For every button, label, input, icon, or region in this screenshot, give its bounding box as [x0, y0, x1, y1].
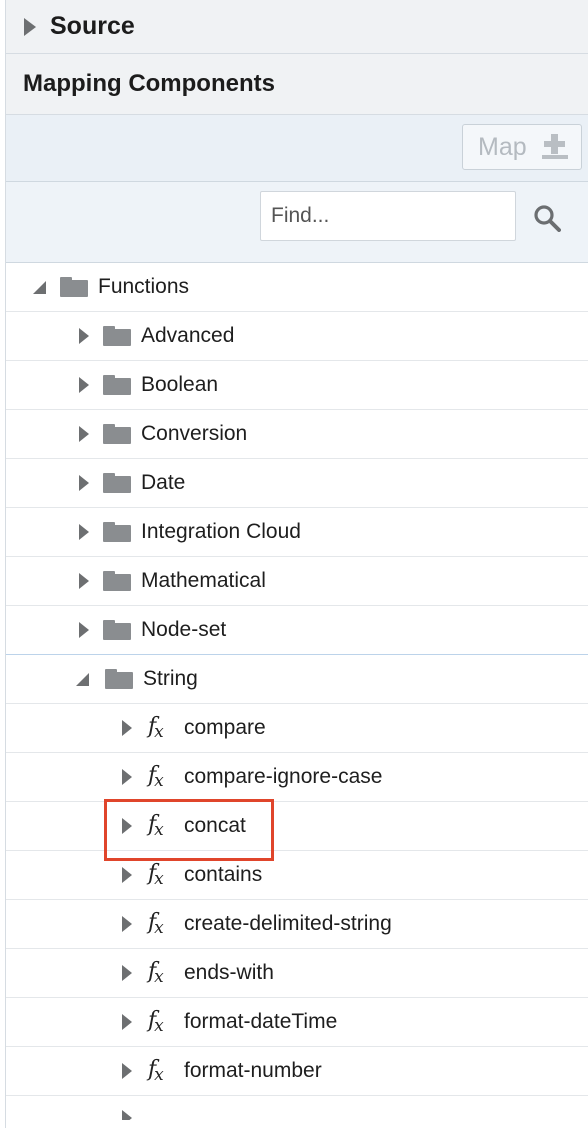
folder-icon [103, 571, 131, 591]
search-bar [6, 182, 588, 263]
function-label: contains [184, 863, 263, 886]
function-fx-icon: fx [148, 910, 164, 938]
expand-triangle-icon[interactable] [79, 475, 89, 491]
function-label: compare [184, 716, 266, 739]
function-item-compare[interactable]: fx compare [6, 704, 588, 753]
function-item-format-number[interactable]: fx format-number [6, 1047, 588, 1096]
mapping-toolbar: Map [6, 115, 588, 182]
expand-triangle-icon[interactable] [122, 769, 132, 785]
tree-node-integration-cloud[interactable]: Integration Cloud [6, 508, 588, 557]
tree-node-functions[interactable]: Functions [6, 263, 588, 312]
collapse-triangle-icon[interactable] [33, 280, 46, 294]
folder-icon [103, 473, 131, 493]
highlight-box [104, 799, 274, 861]
mapping-components-title: Mapping Components [23, 70, 275, 97]
tree-node-string[interactable]: String [6, 655, 588, 704]
tree-node-label: String [143, 667, 198, 690]
expand-triangle-icon[interactable] [122, 916, 132, 932]
expand-triangle-icon[interactable] [122, 1063, 132, 1079]
function-item-create-delimited-string[interactable]: fx create-delimited-string [6, 900, 588, 949]
tree-node-date[interactable]: Date [6, 459, 588, 508]
tree-node-label: Mathematical [141, 569, 266, 592]
expand-triangle-icon[interactable] [122, 720, 132, 736]
map-button[interactable]: Map [462, 124, 582, 170]
function-fx-icon: fx [148, 1057, 164, 1085]
folder-icon [103, 620, 131, 640]
expand-triangle-icon[interactable] [122, 1014, 132, 1030]
expand-triangle-icon[interactable] [122, 965, 132, 981]
tree-node-label: Integration Cloud [141, 520, 301, 543]
tree-node-label: Conversion [141, 422, 248, 445]
function-item-compare-ignore-case[interactable]: fx compare-ignore-case [6, 753, 588, 802]
add-map-icon [542, 134, 568, 160]
tree-node-advanced[interactable]: Advanced [6, 312, 588, 361]
expand-triangle-icon[interactable] [79, 426, 89, 442]
function-item-partial[interactable] [6, 1096, 588, 1120]
function-item-ends-with[interactable]: fx ends-with [6, 949, 588, 998]
tree-node-label: Advanced [141, 324, 235, 347]
function-fx-icon: fx [148, 861, 164, 889]
function-label: create-delimited-string [184, 912, 392, 935]
folder-icon [103, 522, 131, 542]
collapse-triangle-icon[interactable] [76, 672, 89, 686]
function-fx-icon: fx [148, 714, 164, 742]
expand-triangle-icon[interactable] [79, 573, 89, 589]
function-fx-icon: fx [148, 763, 164, 791]
tree-node-label: Date [141, 471, 186, 494]
tree-node-label: Node-set [141, 618, 227, 641]
function-fx-icon: fx [148, 1008, 164, 1036]
function-label: ends-with [184, 961, 274, 984]
mapping-components-header[interactable]: Mapping Components [6, 54, 588, 115]
function-label: format-dateTime [184, 1010, 338, 1033]
tree-node-boolean[interactable]: Boolean [6, 361, 588, 410]
tree-node-mathematical[interactable]: Mathematical [6, 557, 588, 606]
source-section-header[interactable]: Source [6, 0, 588, 54]
folder-icon [103, 375, 131, 395]
folder-icon [103, 326, 131, 346]
function-item-format-datetime[interactable]: fx format-dateTime [6, 998, 588, 1047]
expand-triangle-icon[interactable] [79, 328, 89, 344]
folder-icon [60, 277, 88, 297]
folder-icon [105, 669, 133, 689]
tree-node-node-set[interactable]: Node-set [6, 606, 588, 655]
folder-icon [103, 424, 131, 444]
function-item-concat[interactable]: fx concat [6, 802, 588, 851]
function-label: compare-ignore-case [184, 765, 383, 788]
expand-triangle-icon[interactable] [79, 622, 89, 638]
function-fx-icon: fx [148, 959, 164, 987]
tree-node-conversion[interactable]: Conversion [6, 410, 588, 459]
tree-node-label: Functions [98, 275, 190, 298]
tree-node-label: Boolean [141, 373, 219, 396]
expand-triangle-icon[interactable] [79, 524, 89, 540]
map-button-label: Map [478, 132, 527, 161]
function-tree: Functions Advanced Boolean Conversion Da… [6, 263, 588, 1120]
expand-triangle-icon[interactable] [24, 17, 36, 36]
expand-triangle-icon[interactable] [79, 377, 89, 393]
function-item-contains[interactable]: fx contains [6, 851, 588, 900]
search-icon[interactable] [533, 204, 561, 232]
expand-triangle-icon[interactable] [122, 1110, 132, 1120]
source-title: Source [50, 12, 135, 40]
function-label: format-number [184, 1059, 322, 1082]
find-input[interactable] [260, 191, 516, 241]
expand-triangle-icon[interactable] [122, 867, 132, 883]
